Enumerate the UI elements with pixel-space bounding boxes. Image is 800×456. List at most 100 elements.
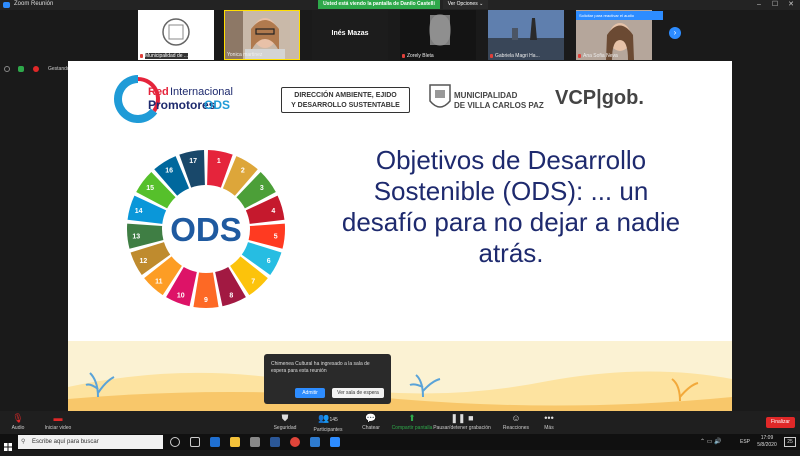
notification-center-icon[interactable]: 25 [784, 437, 796, 447]
sdg-number-label: 7 [251, 279, 255, 286]
direccion-ambiente-logo: DIRECCIÓN AMBIENTE, EJIDO Y DESARROLLO S… [281, 87, 410, 113]
participant-name: Yonica martinez [227, 52, 263, 58]
windows-start-icon[interactable] [4, 438, 12, 451]
close-icon[interactable]: ✕ [784, 0, 798, 9]
sdg-number-label: 8 [229, 292, 233, 299]
record-icon [33, 66, 39, 72]
store-icon[interactable] [250, 437, 260, 447]
muted-mic-icon [490, 54, 493, 58]
security-label: Seguridad [273, 425, 297, 431]
muted-mic-icon [578, 54, 581, 58]
record-label: Pausar/detener grabación [433, 425, 491, 431]
sdg-number-label: 4 [271, 208, 275, 215]
logo2-line2: Y DESARROLLO SUSTENTABLE [291, 102, 400, 109]
end-meeting-button[interactable]: Finalizar [766, 417, 795, 428]
muted-mic-icon [140, 54, 143, 58]
sdg-number-label: 1 [217, 158, 221, 165]
view-options-label: Ver Opciones [447, 1, 478, 7]
search-placeholder: Escribe aquí para buscar [32, 439, 99, 445]
windows-taskbar: ⚲ Escribe aquí para buscar ⌃ ▭ 🔊 ESP 17:… [0, 434, 800, 451]
sdg-number-label: 6 [267, 258, 271, 265]
participant-gallery: Municipalidad de ... Yonica martinez Iné… [0, 10, 800, 62]
vcp-gob-logo: VCP|gob. [555, 87, 644, 109]
next-page-arrow-icon[interactable]: › [669, 27, 681, 39]
minimize-icon[interactable]: – [752, 0, 766, 9]
admit-button[interactable]: Admitir [295, 388, 325, 398]
sdg-number-label: 11 [155, 279, 163, 286]
participant-tile[interactable]: Gabriela Magri Ha... [488, 10, 564, 60]
logo3-line2: DE VILLA CARLOS PAZ [454, 101, 544, 110]
participant-name: Zorely Bleta [407, 53, 434, 59]
clock-date: 5/8/2020 [757, 442, 777, 448]
cortana-icon[interactable] [170, 437, 180, 447]
waiting-room-notification: Chimenea Cultural ha ingresado a la sala… [264, 354, 391, 404]
sdg-number-label: 5 [274, 233, 278, 240]
participant-tile[interactable]: Municipalidad de ... [138, 10, 214, 60]
participants-label: Participantes [313, 427, 343, 433]
sdg-number-label: 3 [260, 185, 264, 192]
search-icon: ⚲ [21, 439, 26, 445]
task-view-icon[interactable] [190, 437, 200, 447]
red-promotores-ods-logo: Red Internacional Promotores ODS [114, 75, 233, 123]
video-label: Iniciar video [44, 425, 72, 431]
language-indicator[interactable]: ESP [740, 439, 750, 445]
sdg-number-label: 13 [132, 233, 140, 240]
sdg-wheel: 1234567891011121314151617 ODS [127, 150, 285, 308]
shared-slide: Red Internacional Promotores ODS DIRECCI… [68, 61, 732, 411]
municipality-shield-icon [429, 84, 451, 108]
file-explorer-icon[interactable] [230, 437, 240, 447]
title-line: atrás. [478, 238, 544, 268]
screen-share-banner: Usted está viendo la pantalla de Danilo … [318, 0, 440, 9]
chrome-icon[interactable] [290, 437, 300, 447]
chat-label: Chatear [362, 425, 380, 431]
participant-tile[interactable]: Zorely Bleta [400, 10, 476, 60]
sdg-number-label: 17 [189, 158, 197, 165]
sdg-number-label: 10 [177, 292, 185, 299]
participant-name: Municipalidad de ... [145, 53, 189, 59]
shield-icon[interactable] [18, 66, 24, 72]
tooltip-text: Solicitar para reactivar el audio [579, 13, 634, 18]
sdg-number-label: 9 [204, 297, 208, 304]
view-options-button[interactable]: Ver Opciones ⌄ [443, 0, 488, 9]
zoom-logo-icon [3, 2, 10, 8]
participant-tile[interactable]: Inés Mazas [312, 10, 388, 60]
maximize-icon[interactable]: ☐ [768, 0, 782, 9]
window-title: Zoom Reunión [14, 1, 54, 7]
notification-count: 25 [787, 439, 793, 445]
start-video-button[interactable]: ▬ Iniciar video [28, 413, 88, 431]
sdg-number-label: 14 [135, 208, 143, 215]
title-line: Objetivos de Desarrollo [375, 145, 647, 175]
slide-footer-decoration [68, 341, 732, 411]
meeting-toolbar: 🎙 Audio ▬ Iniciar video ⛊ Seguridad 👥145… [0, 411, 800, 434]
mail-icon[interactable] [310, 437, 320, 447]
word-icon[interactable] [270, 437, 280, 447]
view-waiting-room-button[interactable]: Ver sala de espera [332, 388, 384, 398]
taskbar-search-input[interactable]: ⚲ Escribe aquí para buscar [18, 435, 163, 449]
slide-title: Objetivos de Desarrollo Sostenible (ODS)… [326, 145, 696, 269]
edge-icon[interactable] [210, 437, 220, 447]
sdg-number-label: 2 [241, 167, 245, 174]
wheel-center-label: ODS [170, 211, 242, 248]
sdg-number-label: 15 [146, 185, 154, 192]
audio-label: Audio [11, 425, 25, 431]
tray-icons[interactable]: ⌃ ▭ 🔊 [700, 438, 722, 445]
info-icon[interactable] [4, 66, 10, 72]
clock[interactable]: 17:09 5/8/2020 [755, 435, 779, 449]
more-label: Más [544, 425, 554, 431]
sdg-number-label: 16 [165, 167, 173, 174]
logo-text-red: Red [148, 86, 169, 98]
participant-name: Gabriela Magri Ha... [495, 53, 540, 59]
title-line: Sostenible (ODS): ... un [373, 176, 649, 206]
unmute-request-tooltip: Solicitar para reactivar el audio [576, 11, 663, 20]
logo2-line1: DIRECCIÓN AMBIENTE, EJIDO [294, 92, 397, 99]
logo3-line1: MUNICIPALIDAD [454, 91, 518, 100]
decorative-plants [68, 371, 732, 411]
zoom-taskbar-icon[interactable] [330, 437, 340, 447]
clock-time: 17:09 [760, 435, 774, 441]
participant-tile-active-speaker[interactable]: Yonica martinez [224, 10, 300, 60]
muted-mic-icon [402, 54, 405, 58]
participant-count: 145 [329, 417, 338, 423]
logo-text-ods: ODS [204, 98, 230, 112]
participant-name: Ana Sofia Neva [583, 53, 618, 59]
more-button[interactable]: ••• Más [519, 413, 579, 431]
